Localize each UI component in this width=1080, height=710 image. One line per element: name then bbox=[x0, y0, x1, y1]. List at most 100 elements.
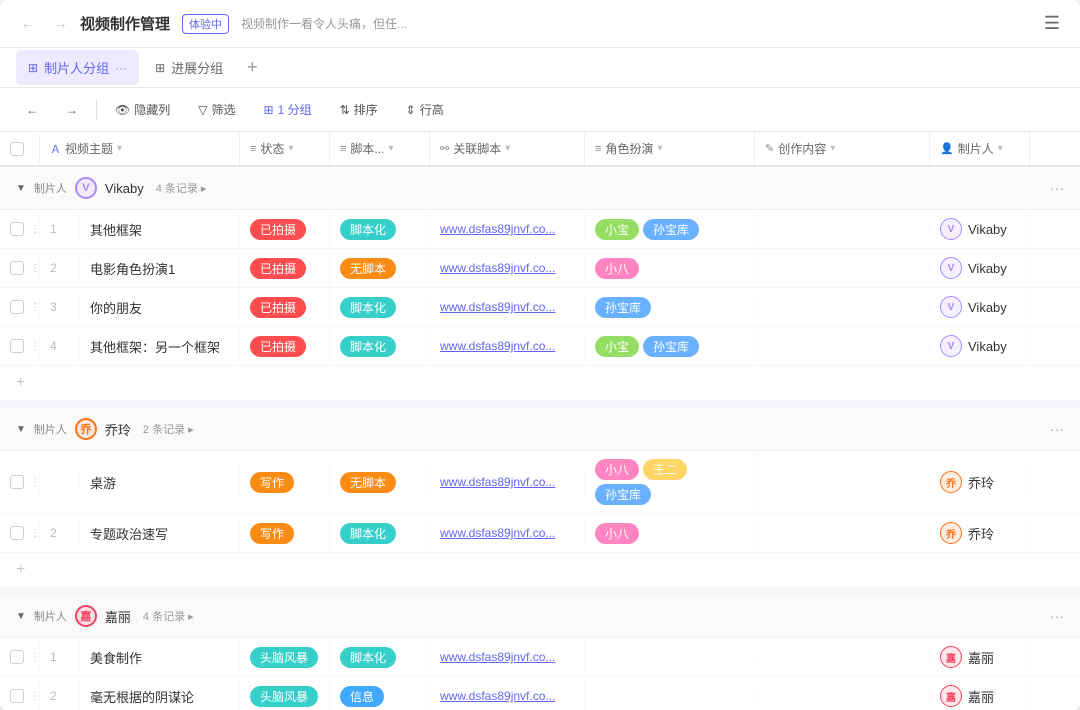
row-checkbox[interactable]: ⋮ bbox=[0, 518, 40, 548]
row-title[interactable]: 其他框架：另一个框架 bbox=[80, 329, 240, 364]
status-badge[interactable]: 头脑风暴 bbox=[250, 647, 318, 668]
row-checkbox[interactable]: ⋮ bbox=[0, 253, 40, 283]
row-check-2-1[interactable] bbox=[10, 689, 24, 703]
row-script[interactable]: 无脚本 bbox=[330, 464, 430, 501]
script-badge[interactable]: 脚本化 bbox=[340, 336, 396, 357]
row-status[interactable]: 已拍摄 bbox=[240, 289, 330, 326]
status-badge[interactable]: 已拍摄 bbox=[250, 297, 306, 318]
row-link[interactable]: www.dsfas89jnvf.co... bbox=[430, 292, 585, 322]
script-badge[interactable]: 脚本化 bbox=[340, 523, 396, 544]
row-status[interactable]: 已拍摄 bbox=[240, 250, 330, 287]
row-checkbox[interactable]: ⋮ bbox=[0, 331, 40, 361]
row-height-button[interactable]: ⇕ 行高 bbox=[396, 97, 454, 122]
group-add-qiaoling[interactable]: ··· bbox=[1050, 421, 1064, 437]
row-link[interactable]: www.dsfas89jnvf.co... bbox=[430, 214, 585, 244]
status-badge[interactable]: 已拍摄 bbox=[250, 219, 306, 240]
status-badge[interactable]: 写作 bbox=[250, 523, 294, 544]
tab-group2[interactable]: ⊞ 进展分组 bbox=[143, 50, 235, 85]
row-status[interactable]: 已拍摄 bbox=[240, 211, 330, 248]
row-content[interactable] bbox=[755, 649, 930, 665]
row-link[interactable]: www.dsfas89jnvf.co... bbox=[430, 331, 585, 361]
script-badge[interactable]: 信息 bbox=[340, 686, 384, 707]
row-expand-icon[interactable]: ⋮ bbox=[30, 528, 40, 539]
th-creator-sort[interactable]: ▾ bbox=[998, 143, 1003, 154]
group-header-qiaoling[interactable]: ▼ 制片人 乔 乔玲 2 条记录 ▸ ··· bbox=[0, 408, 1080, 451]
script-badge[interactable]: 脚本化 bbox=[340, 647, 396, 668]
row-script[interactable]: 脚本化 bbox=[330, 211, 430, 248]
group-header-jiali[interactable]: ▼ 制片人 嘉 嘉丽 4 条记录 ▸ ··· bbox=[0, 595, 1080, 638]
group-add-jiali[interactable]: ··· bbox=[1050, 608, 1064, 624]
row-content[interactable] bbox=[755, 688, 930, 704]
row-content[interactable] bbox=[755, 260, 930, 276]
row-expand-icon[interactable]: ⋮ bbox=[30, 224, 40, 235]
row-expand-icon[interactable]: ⋮ bbox=[30, 652, 40, 663]
status-badge[interactable]: 已拍摄 bbox=[250, 336, 306, 357]
sort-button[interactable]: ⇅ 排序 bbox=[330, 97, 388, 122]
add-row-vikaby[interactable]: + bbox=[0, 366, 1080, 400]
row-checkbox[interactable]: ⋮ bbox=[0, 214, 40, 244]
th-title-sort[interactable]: ▾ bbox=[117, 143, 122, 154]
row-content[interactable] bbox=[755, 221, 930, 237]
row-content[interactable] bbox=[755, 474, 930, 490]
row-script[interactable]: 脚本化 bbox=[330, 289, 430, 326]
row-status[interactable]: 写作 bbox=[240, 515, 330, 552]
row-content[interactable] bbox=[755, 299, 930, 315]
th-content-sort[interactable]: ▾ bbox=[830, 143, 835, 154]
tab-group1[interactable]: ⊞ 制片人分组 ··· bbox=[16, 50, 139, 85]
row-link[interactable]: www.dsfas89jnvf.co... bbox=[430, 642, 585, 672]
row-expand-icon[interactable]: ⋮ bbox=[30, 341, 40, 352]
th-link-sort[interactable]: ▾ bbox=[505, 143, 510, 154]
back-button[interactable]: ← bbox=[16, 99, 48, 121]
tab-more-icon[interactable]: ··· bbox=[115, 61, 127, 75]
script-badge[interactable]: 脚本化 bbox=[340, 219, 396, 240]
row-script[interactable]: 无脚本 bbox=[330, 250, 430, 287]
row-check-0-0[interactable] bbox=[10, 222, 24, 236]
row-script[interactable]: 信息 bbox=[330, 678, 430, 710]
status-badge[interactable]: 写作 bbox=[250, 472, 294, 493]
row-check-2-0[interactable] bbox=[10, 650, 24, 664]
row-checkbox[interactable]: ⋮ bbox=[0, 467, 40, 497]
th-role-sort[interactable]: ▾ bbox=[657, 143, 662, 154]
row-status[interactable]: 已拍摄 bbox=[240, 328, 330, 365]
header-checkbox[interactable] bbox=[10, 142, 24, 156]
filter-button[interactable]: ▽ 筛选 bbox=[188, 97, 245, 122]
row-title[interactable]: 桌游 bbox=[80, 465, 240, 500]
row-link[interactable]: www.dsfas89jnvf.co... bbox=[430, 681, 585, 710]
hide-col-button[interactable]: 👁 隐藏列 bbox=[105, 97, 180, 122]
row-check-0-1[interactable] bbox=[10, 261, 24, 275]
row-status[interactable]: 头脑风暴 bbox=[240, 639, 330, 676]
script-badge[interactable]: 无脚本 bbox=[340, 258, 396, 279]
script-badge[interactable]: 无脚本 bbox=[340, 472, 396, 493]
table-container[interactable]: Ａ 视频主题 ▾ ≡ 状态 ▾ ≡ 脚本... ▾ ⚯ 关联脚本 ▾ ≡ 角色扮 bbox=[0, 132, 1080, 710]
th-script-sort[interactable]: ▾ bbox=[388, 143, 393, 154]
row-link[interactable]: www.dsfas89jnvf.co... bbox=[430, 467, 585, 497]
row-check-1-0[interactable] bbox=[10, 475, 24, 489]
row-content[interactable] bbox=[755, 338, 930, 354]
row-content[interactable] bbox=[755, 525, 930, 541]
script-badge[interactable]: 脚本化 bbox=[340, 297, 396, 318]
row-checkbox[interactable]: ⋮ bbox=[0, 292, 40, 322]
add-tab-button[interactable]: + bbox=[239, 51, 266, 84]
nav-forward[interactable]: → bbox=[48, 11, 72, 37]
row-check-0-3[interactable] bbox=[10, 339, 24, 353]
row-expand-icon[interactable]: ⋮ bbox=[30, 477, 40, 488]
row-expand-icon[interactable]: ⋮ bbox=[30, 263, 40, 274]
row-check-0-2[interactable] bbox=[10, 300, 24, 314]
row-script[interactable]: 脚本化 bbox=[330, 328, 430, 365]
row-script[interactable]: 脚本化 bbox=[330, 639, 430, 676]
row-title[interactable]: 毫无根据的阴谋论 bbox=[80, 679, 240, 710]
group-add-vikaby[interactable]: ··· bbox=[1050, 180, 1064, 196]
status-badge[interactable]: 头脑风暴 bbox=[250, 686, 318, 707]
row-title[interactable]: 你的朋友 bbox=[80, 290, 240, 325]
row-title[interactable]: 其他框架 bbox=[80, 212, 240, 247]
row-expand-icon[interactable]: ⋮ bbox=[30, 302, 40, 313]
row-title[interactable]: 专题政治速写 bbox=[80, 516, 240, 551]
row-expand-icon[interactable]: ⋮ bbox=[30, 691, 40, 702]
add-row-qiaoling[interactable]: + bbox=[0, 553, 1080, 587]
row-title[interactable]: 电影角色扮演1 bbox=[80, 251, 240, 286]
group-button[interactable]: ⊞ 1 分组 bbox=[254, 97, 322, 122]
row-check-1-1[interactable] bbox=[10, 526, 24, 540]
row-link[interactable]: www.dsfas89jnvf.co... bbox=[430, 518, 585, 548]
row-checkbox[interactable]: ⋮ bbox=[0, 642, 40, 672]
row-status[interactable]: 头脑风暴 bbox=[240, 678, 330, 710]
